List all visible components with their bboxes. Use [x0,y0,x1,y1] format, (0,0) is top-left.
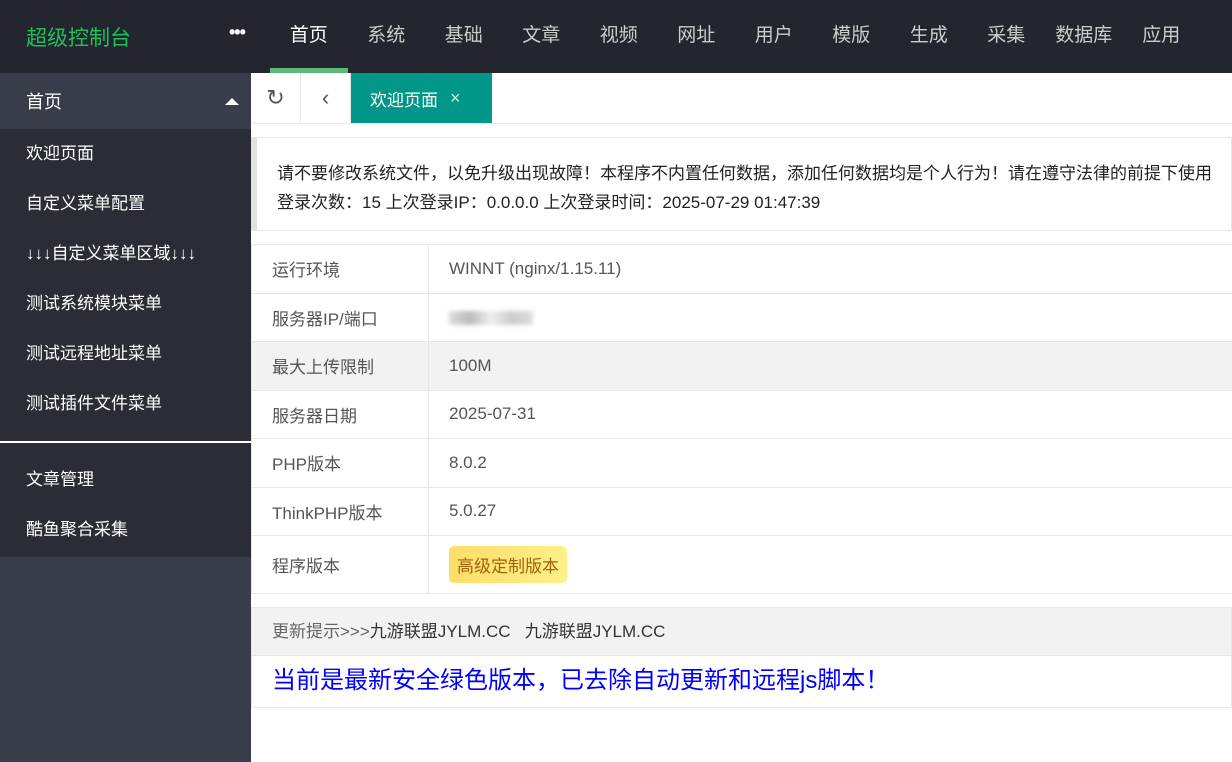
version-badge: 高级定制版本 [449,546,567,583]
nav-url[interactable]: 网址 [658,0,736,73]
logo[interactable]: 超级控制台 [26,22,131,52]
notice-box: 请不要修改系统文件，以免升级出现故障！本程序不内置任何数据，添加任何数据均是个人… [251,137,1232,231]
more-menu-button[interactable]: ••• [229,22,246,43]
nav-home[interactable]: 首页 [270,0,348,73]
caret-up-icon [225,97,239,105]
nav-article[interactable]: 文章 [503,0,581,73]
row-value: 5.0.27 [428,486,1232,536]
update-prefix: 更新提示>>> [272,622,370,641]
nav-database[interactable]: 数据库 [1045,0,1123,73]
sidebar: 首页 欢迎页面 自定义菜单配置 ↓↓↓自定义菜单区域↓↓↓ 测试系统模块菜单 测… [0,73,251,762]
row-value: 高级定制版本 [428,535,1232,594]
sidebar-item-custom-menu[interactable]: 自定义菜单配置 [0,179,251,229]
row-value: WINNT (nginx/1.15.11) [428,244,1232,294]
chevron-left-icon: ‹ [321,85,330,110]
table-row: 程序版本 高级定制版本 [251,535,1232,594]
nav-video[interactable]: 视频 [580,0,658,73]
row-label: 服务器日期 [251,389,429,439]
row-label: 程序版本 [251,535,429,594]
row-value [428,292,1232,342]
table-row: 最大上传限制 100M [251,341,1232,391]
sidebar-section-label: 首页 [26,92,62,112]
update-link[interactable]: 九游联盟JYLM.CC [525,622,666,641]
redacted-ip [449,310,533,325]
row-label: PHP版本 [251,438,429,488]
nav-generate[interactable]: 生成 [890,0,968,73]
nav-collect[interactable]: 采集 [968,0,1046,73]
sidebar-item-test-remote[interactable]: 测试远程地址菜单 [0,329,251,379]
back-button[interactable]: ‹ [301,73,351,123]
row-label: ThinkPHP版本 [251,486,429,536]
nav-system[interactable]: 系统 [348,0,426,73]
refresh-button[interactable]: ↻ [251,73,301,123]
sidebar-item-test-module[interactable]: 测试系统模块菜单 [0,279,251,329]
sidebar-item-custom-area[interactable]: ↓↓↓自定义菜单区域↓↓↓ [0,229,251,279]
row-value: 8.0.2 [428,438,1232,488]
server-info-table: 运行环境 WINNT (nginx/1.15.11) 服务器IP/端口 最大上传限… [251,244,1232,594]
table-row: 运行环境 WINNT (nginx/1.15.11) [251,244,1232,294]
top-bar: 超级控制台 ••• 首页 系统 基础 文章 视频 网址 用户 模版 生成 采集 … [0,0,1232,73]
update-link[interactable]: 九游联盟JYLM.CC [370,622,511,641]
tab-welcome[interactable]: 欢迎页面 × [351,73,492,123]
table-row: 服务器IP/端口 [251,292,1232,342]
table-row: PHP版本 8.0.2 [251,438,1232,488]
row-value: 2025-07-31 [428,389,1232,439]
update-bar: 更新提示>>>九游联盟JYLM.CC 九游联盟JYLM.CC [251,607,1232,656]
nav-app[interactable]: 应用 [1123,0,1201,73]
notice-text: 请不要修改系统文件，以免升级出现故障！本程序不内置任何数据，添加任何数据均是个人… [277,164,1212,183]
table-row: ThinkPHP版本 5.0.27 [251,486,1232,536]
top-nav: 首页 系统 基础 文章 视频 网址 用户 模版 生成 采集 数据库 应用 [270,0,1200,73]
update-message: 当前是最新安全绿色版本，已去除自动更新和远程js脚本！ [251,656,1232,708]
nav-template[interactable]: 模版 [813,0,891,73]
nav-user[interactable]: 用户 [735,0,813,73]
row-value: 100M [428,341,1232,391]
tab-label: 欢迎页面 [370,90,438,110]
sidebar-section-home[interactable]: 首页 [0,73,251,129]
sidebar-item-test-plugin[interactable]: 测试插件文件菜单 [0,379,251,429]
login-info: 登录次数：15 上次登录IP：0.0.0.0 上次登录时间：2025-07-29… [277,193,821,212]
row-label: 运行环境 [251,244,429,294]
row-label: 最大上传限制 [251,341,429,391]
nav-basic[interactable]: 基础 [425,0,503,73]
close-icon[interactable]: × [450,88,461,109]
refresh-icon: ↻ [266,85,285,110]
sidebar-item-articles[interactable]: 文章管理 [0,455,251,505]
sidebar-item-collect[interactable]: 酷鱼聚合采集 [0,505,251,555]
sidebar-item-welcome[interactable]: 欢迎页面 [0,129,251,179]
row-label: 服务器IP/端口 [251,292,429,342]
table-row: 服务器日期 2025-07-31 [251,389,1232,439]
tab-bar: ↻ ‹ 欢迎页面 × [251,73,1232,124]
